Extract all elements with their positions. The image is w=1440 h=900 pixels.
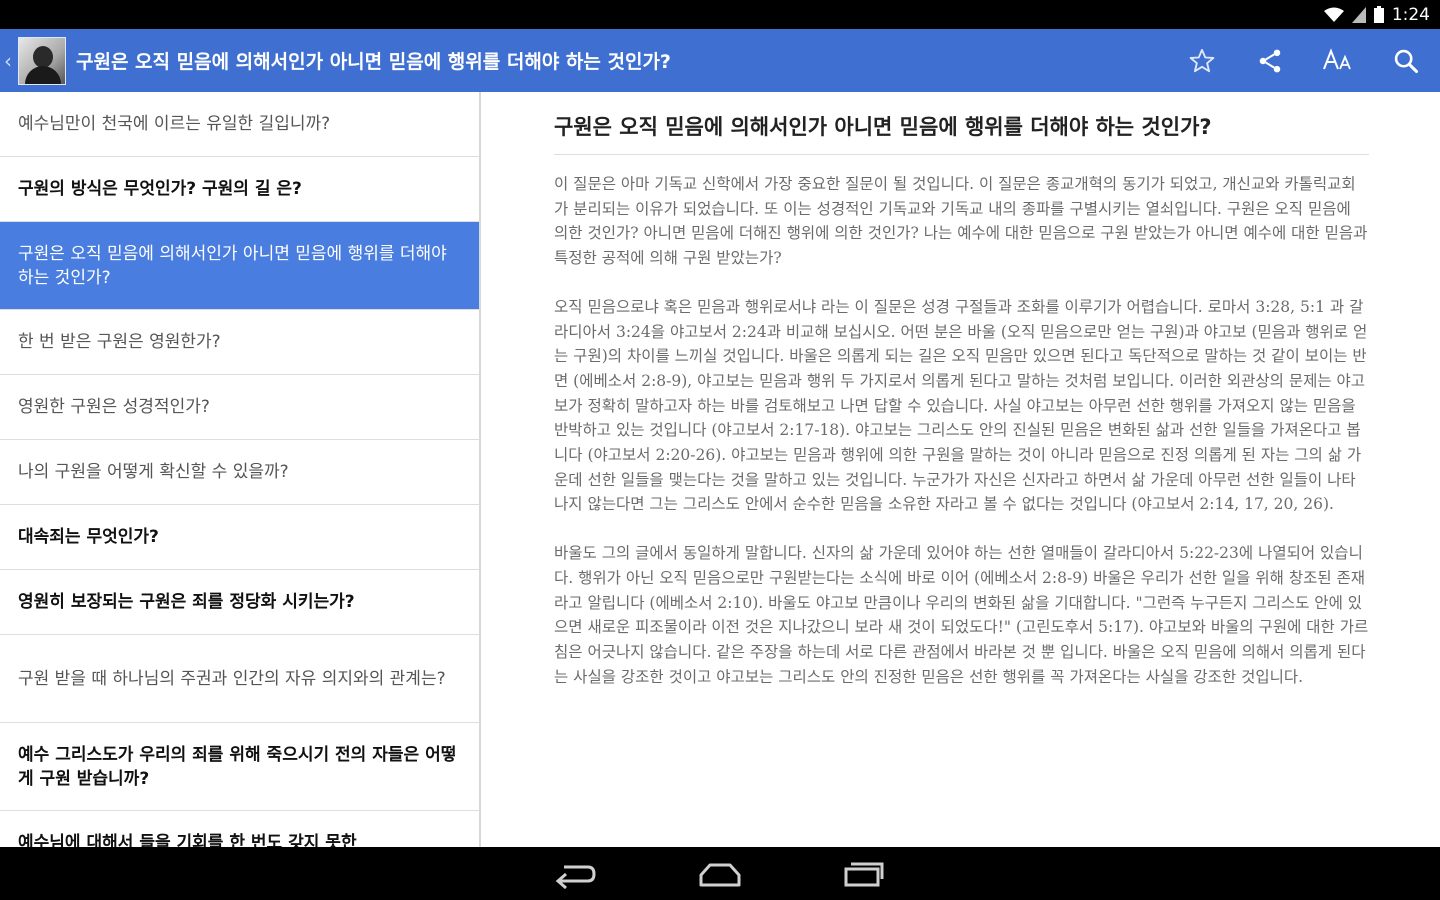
list-item-label: 영원히 보장되는 구원은 죄를 정당화 시키는가? (18, 592, 355, 612)
app-actions (1168, 29, 1440, 92)
signal-icon (1351, 6, 1366, 23)
article-paragraph: 오직 믿음으로냐 혹은 믿음과 행위로서냐 라는 이 질문은 성경 구절들과 조… (554, 297, 1368, 514)
status-time: 1:24 (1391, 4, 1430, 25)
list-item-label: 예수님에 대해서 들을 기회를 한 번도 갖지 못한 (18, 833, 357, 847)
search-button[interactable] (1372, 29, 1440, 92)
list-item[interactable]: 나의 구원을 어떻게 확신할 수 있을까? (0, 440, 479, 505)
list-item-selected[interactable]: 구원은 오직 믿음에 의해서인가 아니면 믿음에 행위를 더해야 하는 것인가? (0, 222, 479, 310)
list-item-label: 구원의 방식은 무엇인가? 구원의 길 은? (18, 179, 302, 199)
list-item-label: 예수님만이 천국에 이르는 유일한 길입니까? (18, 114, 331, 134)
app-title: 구원은 오직 믿음에 의해서인가 아니면 믿음에 행위를 더해야 하는 것인가? (76, 51, 671, 73)
share-button[interactable] (1236, 29, 1304, 92)
avatar[interactable] (18, 36, 66, 85)
list-item[interactable]: 한 번 받은 구원은 영원한가? (0, 310, 479, 375)
app-bar: ‹ 구원은 오직 믿음에 의해서인가 아니면 믿음에 행위를 더해야 하는 것인… (0, 29, 1440, 92)
home-icon (699, 863, 741, 886)
font-size-button[interactable] (1304, 29, 1372, 92)
star-icon (1189, 48, 1215, 72)
article-body: 이 질문은 아마 기독교 신학에서 가장 중요한 질문이 될 것입니다. 이 질… (554, 172, 1369, 713)
list-item-label: 구원은 오직 믿음에 의해서인가 아니면 믿음에 행위를 더해야 하는 것인가? (18, 243, 447, 288)
list-item-label: 예수 그리스도가 우리의 죄를 위해 죽으시기 전의 자들은 어떻게 구원 받습… (18, 744, 457, 789)
back-icon (555, 865, 596, 889)
article-pane[interactable]: 구원은 오직 믿음에 의해서인가 아니면 믿음에 행위를 더해야 하는 것인가?… (481, 92, 1440, 847)
article-title: 구원은 오직 믿음에 의해서인가 아니면 믿음에 행위를 더해야 하는 것인가? (554, 112, 1369, 155)
list-item[interactable]: 구원 받을 때 하나님의 주권과 인간의 자유 의지와의 관계는? (0, 635, 479, 723)
search-icon (1394, 49, 1419, 73)
list-item[interactable]: 예수님만이 천국에 이르는 유일한 길입니까? (0, 92, 479, 157)
nav-recents-button[interactable] (792, 847, 936, 900)
list-item-label: 구원 받을 때 하나님의 주권과 인간의 자유 의지와의 관계는? (18, 668, 446, 689)
status-bar: 1:24 (0, 0, 1440, 29)
list-item[interactable]: 영원한 구원은 성경적인가? (0, 375, 479, 440)
recents-icon (844, 862, 884, 886)
list-item[interactable]: 예수 그리스도가 우리의 죄를 위해 죽으시기 전의 자들은 어떻게 구원 받습… (0, 723, 479, 811)
article-paragraph: 이 질문은 아마 기독교 신학에서 가장 중요한 질문이 될 것입니다. 이 질… (554, 175, 1368, 268)
list-item[interactable]: 대속죄는 무엇인가? (0, 505, 479, 570)
question-list: 예수님만이 천국에 이르는 유일한 길입니까? 구원의 방식은 무엇인가? 구원… (0, 92, 481, 847)
list-item[interactable]: 예수님에 대해서 들을 기회를 한 번도 갖지 못한 (0, 811, 479, 847)
font-size-icon (1323, 47, 1351, 69)
list-item[interactable]: 영원히 보장되는 구원은 죄를 정당화 시키는가? (0, 570, 479, 635)
nav-home-button[interactable] (648, 847, 792, 900)
share-icon (1259, 49, 1281, 72)
list-item[interactable]: 구원의 방식은 무엇인가? 구원의 길 은? (0, 157, 479, 222)
article-paragraph: 바울도 그의 글에서 동일하게 말합니다. 신자의 삶 가운데 있어야 하는 선… (554, 544, 1369, 686)
battery-icon (1373, 6, 1384, 23)
star-button[interactable] (1168, 29, 1236, 92)
wifi-icon (1323, 7, 1344, 23)
back-chevron-icon[interactable]: ‹ (0, 29, 16, 92)
list-item-label: 나의 구원을 어떻게 확신할 수 있을까? (18, 462, 289, 482)
nav-back-button[interactable] (504, 847, 648, 900)
list-item-label: 영원한 구원은 성경적인가? (18, 397, 210, 417)
list-item-label: 대속죄는 무엇인가? (18, 527, 159, 547)
list-item-label: 한 번 받은 구원은 영원한가? (18, 332, 221, 352)
navigation-bar (0, 847, 1440, 900)
